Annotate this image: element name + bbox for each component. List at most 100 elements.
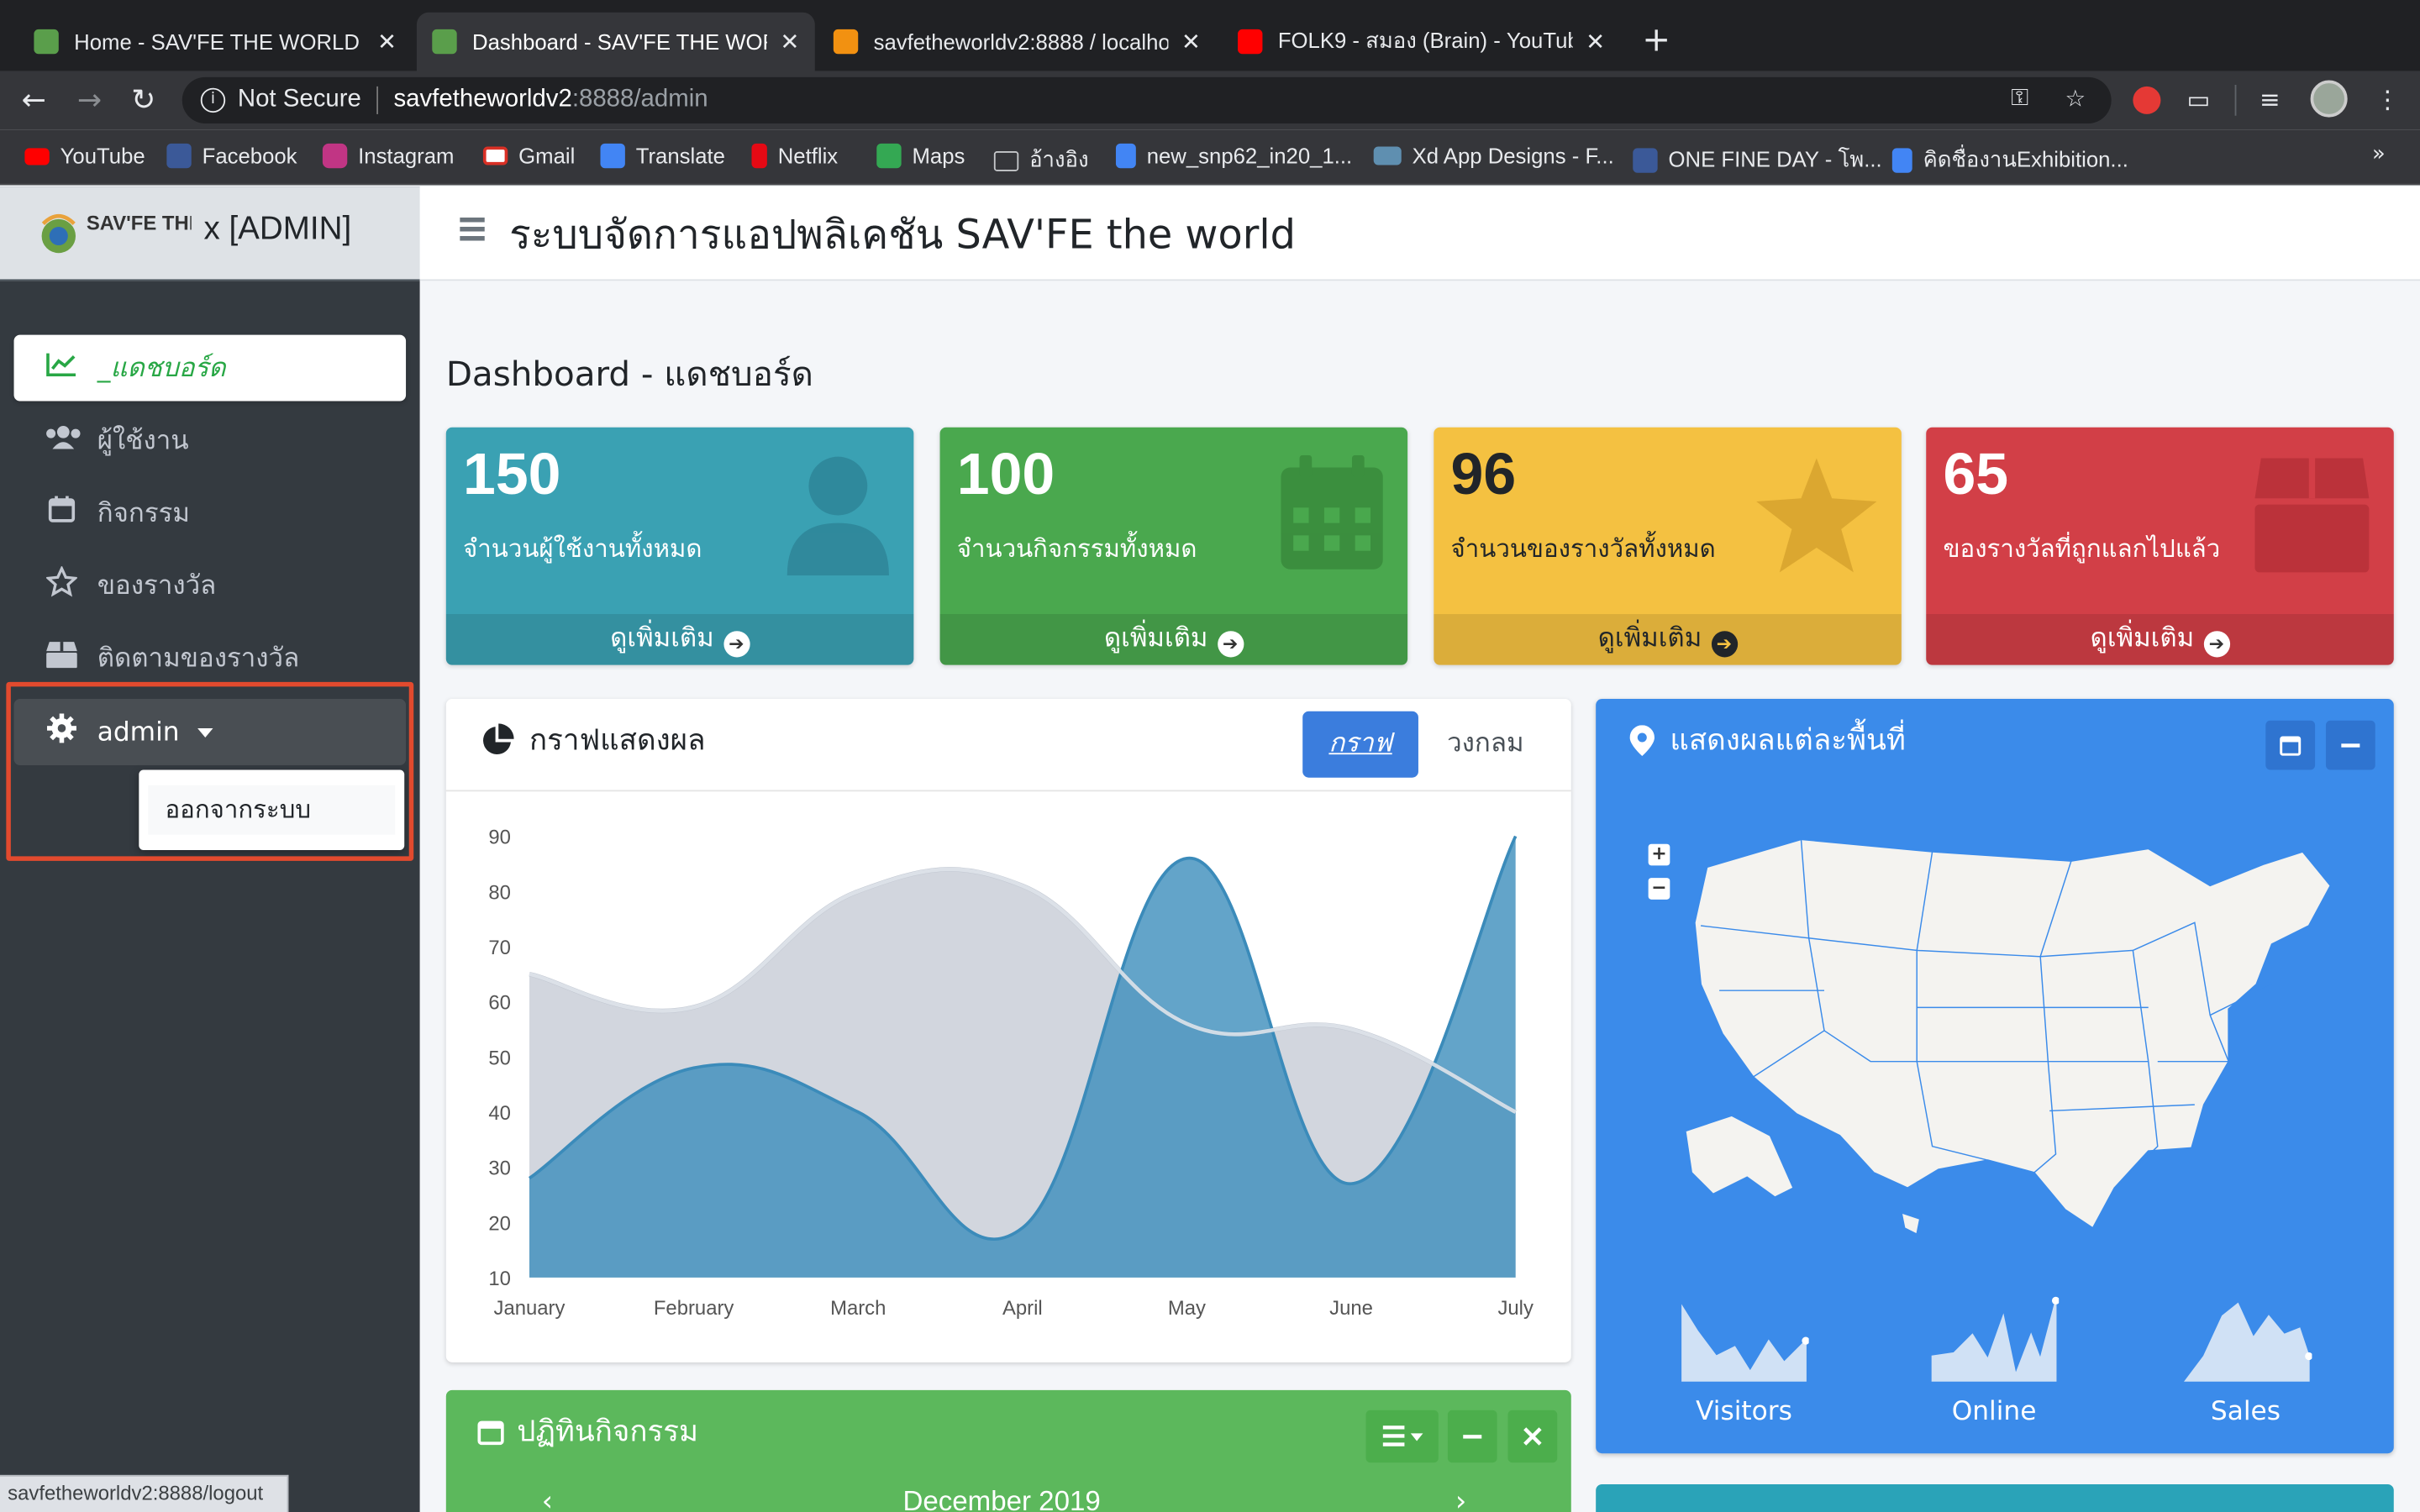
sidebar-item-users[interactable]: ผู้ใช้งาน [14, 407, 407, 474]
bookmark-label: Gmail [518, 143, 576, 169]
more-info-link[interactable]: ดูเพิ่มเติม ➔ [939, 614, 1408, 665]
more-info-link[interactable]: ดูเพิ่มเติม ➔ [445, 614, 914, 665]
bookmark-label: Xd App Designs - F... [1412, 143, 1614, 169]
bars-dropdown-icon [1381, 1425, 1423, 1446]
bookmark-facebook-page[interactable]: ONE FINE DAY - โพ... [1633, 144, 1882, 177]
status-bar-url: savfetheworldv2:8888/logout [0, 1474, 289, 1512]
visitors-sparkline [1681, 1304, 1809, 1382]
browser-toolbar: ← → ↻ i Not Secure savfetheworldv2:8888/… [0, 71, 2420, 130]
calendar-icon [1281, 454, 1383, 570]
new-tab-icon[interactable]: + [1642, 22, 1670, 60]
url-host: savfetheworldv2 [393, 86, 572, 113]
extension-stop-icon[interactable] [2133, 86, 2161, 114]
next-month-icon[interactable]: › [1455, 1486, 1466, 1512]
facebook-icon [1633, 148, 1658, 173]
tab-pie[interactable]: วงกลม [1428, 711, 1544, 778]
bookmark-gmail[interactable]: Gmail [482, 143, 576, 169]
tab-title: Home - SAV'FE THE WORLD [74, 29, 360, 55]
zoom-out-button[interactable]: − [1648, 877, 1670, 900]
bookmark-netflix[interactable]: Netflix [751, 143, 839, 169]
prev-month-icon[interactable]: ‹ [542, 1486, 553, 1512]
bookmark-facebook[interactable]: Facebook [166, 143, 297, 169]
hamburger-menu-icon[interactable] [460, 217, 485, 240]
bottom-card [1596, 1483, 2394, 1512]
bookmark-maps[interactable]: Maps [876, 143, 965, 169]
gmail-icon [482, 146, 508, 165]
collapse-button[interactable] [1447, 1410, 1497, 1463]
minus-icon [1463, 1435, 1482, 1439]
browser-tab-active[interactable]: Dashboard - SAV'FE THE WORLD ✕ [416, 12, 815, 71]
sparkline-label: Online [1951, 1396, 2037, 1427]
collapse-button[interactable] [2325, 720, 2375, 770]
bookmark-label: Netflix [777, 143, 839, 169]
sidebar-item-label: ของรางวัล [97, 570, 217, 602]
close-icon[interactable]: ✕ [1586, 28, 1605, 55]
info-icon[interactable]: i [200, 87, 226, 113]
page-title: Dashboard - แดชบอร์ด [445, 356, 813, 396]
browser-tab[interactable]: Home - SAV'FE THE WORLD ✕ [18, 13, 412, 71]
close-icon[interactable]: ✕ [377, 28, 397, 55]
tab-title: FOLK9 - สมอง (Brain) - YouTube [1277, 28, 1574, 53]
map-card: แสดงผลแต่ละพื้นที่ + − Visitors Online S… [1596, 699, 2394, 1454]
user-icon [786, 456, 889, 576]
box-icon [45, 640, 78, 675]
star-icon [1756, 458, 1877, 573]
forward-icon[interactable]: → [77, 83, 102, 117]
key-icon[interactable]: ⚿ [2011, 85, 2028, 111]
cast-icon[interactable]: ▭ [2187, 85, 2211, 114]
sidebar-item-rewards[interactable]: ของรางวัล [14, 553, 407, 619]
profile-avatar[interactable] [2310, 80, 2348, 118]
maps-icon [876, 143, 902, 169]
stat-value: 96 [1450, 443, 1517, 508]
media-control-icon[interactable]: ≡ [2260, 85, 2281, 114]
sidebar-item-dashboard[interactable]: _แดชบอร์ด [13, 334, 407, 402]
users-icon [45, 424, 81, 457]
back-icon[interactable]: ← [22, 83, 46, 117]
bookmarks-bar: YouTube Facebook Instagram Gmail Transla… [0, 129, 2420, 186]
address-bar[interactable]: i Not Secure savfetheworldv2:8888/admin … [182, 76, 2112, 123]
more-info-link[interactable]: ดูเพิ่มเติม ➔ [1434, 614, 1902, 665]
bookmark-translate[interactable]: Translate [600, 143, 725, 169]
star-icon [45, 564, 79, 605]
bookmark-folder[interactable]: อ้างอิง [993, 144, 1089, 177]
bookmark-docs[interactable]: คิดชื่องานExhibition... [1891, 144, 2128, 177]
browser-tab[interactable]: savfetheworldv2:8888 / localhost ✕ [818, 13, 1216, 71]
calendar-menu-button[interactable] [1365, 1410, 1439, 1463]
bookmark-instagram[interactable]: Instagram [322, 143, 454, 169]
area-chart[interactable]: 10 20 30 40 50 60 70 80 90 January February March Ap… [446, 791, 1571, 1362]
x-tick-label: January [494, 1297, 566, 1320]
close-icon [1523, 1427, 1542, 1446]
usa-vector-map[interactable] [1685, 830, 2349, 1247]
bookmarks-overflow-icon[interactable]: » [2372, 142, 2386, 166]
sidebar-item-activities[interactable]: กิจกรรม [14, 480, 407, 546]
bookmark-youtube[interactable]: YouTube [24, 144, 145, 168]
more-info-link[interactable]: ดูเพิ่มเติม ➔ [1926, 614, 2394, 665]
bookmark-docs[interactable]: new_snp62_in20_1... [1115, 143, 1352, 169]
sidebar-item-label: กิจกรรม [97, 498, 190, 529]
x-tick-label: May [1168, 1297, 1206, 1320]
brand[interactable]: SAV'FE THE WORLD x [ADMIN] [0, 186, 420, 281]
close-icon[interactable]: ✕ [780, 28, 799, 55]
remove-button[interactable] [1507, 1410, 1558, 1463]
zoom-in-button[interactable]: + [1648, 843, 1670, 866]
arrow-circle-right-icon: ➔ [2203, 631, 2230, 658]
xd-icon [1373, 146, 1402, 165]
tab-graph[interactable]: กราฟ [1302, 711, 1418, 778]
close-icon[interactable]: ✕ [1181, 28, 1201, 55]
folder-icon [993, 150, 1019, 171]
y-tick-label: 70 [488, 937, 511, 959]
arrow-circle-right-icon: ➔ [1217, 631, 1244, 658]
reload-icon[interactable]: ↻ [131, 83, 155, 117]
kebab-menu-icon[interactable]: ⋮ [2375, 85, 2400, 114]
stat-label: ของรางวัลที่ถูกแลกไปแล้ว [1943, 533, 2221, 564]
site-favicon-icon [34, 29, 59, 55]
security-label: Not Secure [237, 86, 361, 113]
star-bookmark-icon[interactable]: ☆ [2065, 85, 2086, 113]
browser-tab[interactable]: FOLK9 - สมอง (Brain) - YouTube ✕ [1223, 13, 1621, 71]
minus-icon [2341, 743, 2360, 748]
bookmark-xd[interactable]: Xd App Designs - F... [1373, 143, 1614, 169]
netflix-icon [751, 143, 767, 169]
more-info-label: ดูเพิ่มเติม [610, 623, 714, 654]
date-range-button[interactable] [2265, 720, 2316, 770]
docs-icon [1891, 148, 1912, 173]
